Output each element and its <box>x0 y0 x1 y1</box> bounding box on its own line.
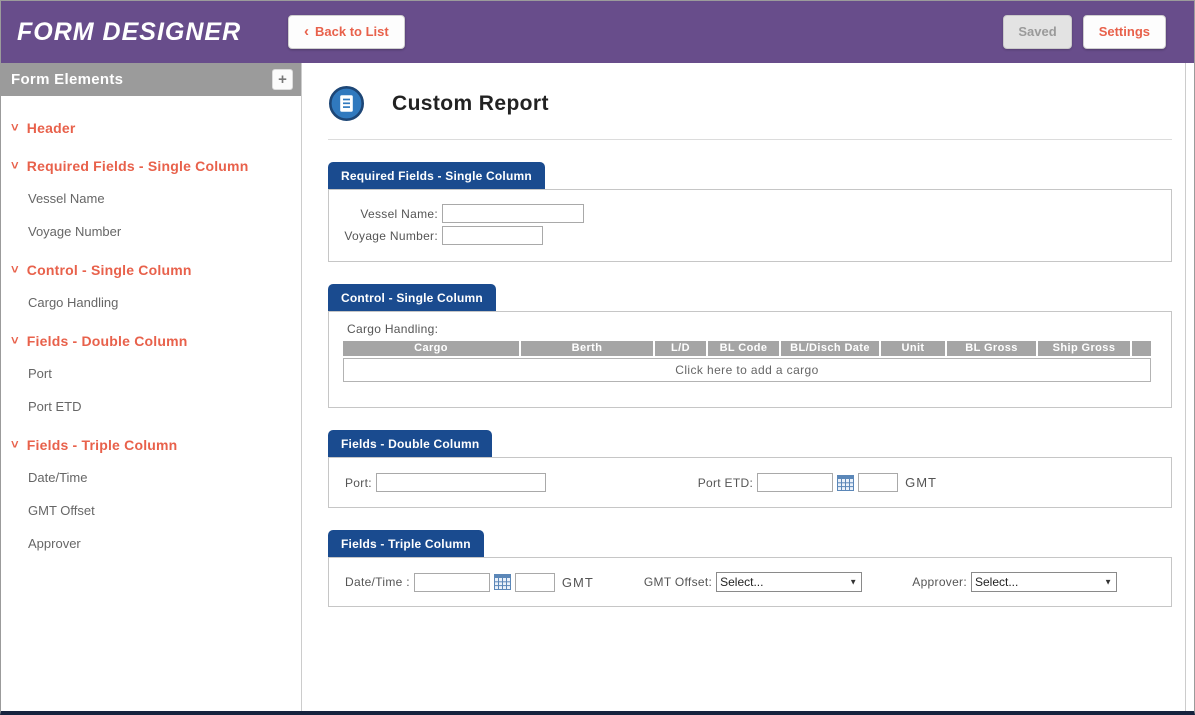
vessel-name-label: Vessel Name: <box>329 207 442 221</box>
port-etd-label: Port ETD: <box>698 476 753 490</box>
panel-required-fields: Vessel Name: Voyage Number: <box>328 189 1172 262</box>
section-triple-column: Fields - Triple Column Date/Time : <box>328 530 1172 607</box>
column-header-ship-gross: Ship Gross <box>1038 341 1130 356</box>
port-etd-gmt-input[interactable] <box>858 473 898 492</box>
form-canvas: Custom Report Required Fields - Single C… <box>302 63 1186 711</box>
sidebar-item-cargo-handling[interactable]: Cargo Handling <box>1 286 301 319</box>
app-title: FORM DESIGNER <box>1 18 288 47</box>
column-header-actions <box>1132 341 1151 356</box>
chevron-down-icon: ˅ <box>11 336 19 346</box>
column-header-berth: Berth <box>521 341 653 356</box>
voyage-number-row: Voyage Number: <box>329 226 1171 245</box>
sidebar-group-triple-column: ˅ Fields - Triple Column Date/Time GMT O… <box>1 429 301 560</box>
sidebar-item-gmt-offset[interactable]: GMT Offset <box>1 494 301 527</box>
form-elements-title: Form Elements <box>11 71 123 88</box>
sidebar: Form Elements + ˅ Header ˅ Required Fiel… <box>1 63 302 711</box>
approver-select[interactable]: Select... <box>971 572 1117 592</box>
add-element-button[interactable]: + <box>272 69 293 90</box>
topbar-actions: Saved Settings <box>1003 15 1194 49</box>
document-icon <box>328 85 365 122</box>
group-label: Fields - Triple Column <box>27 437 178 453</box>
chevron-down-icon: ˅ <box>11 265 19 275</box>
settings-button[interactable]: Settings <box>1083 15 1166 49</box>
gmt-label: GMT <box>905 475 937 490</box>
sidebar-group-required-fields-row[interactable]: ˅ Required Fields - Single Column <box>1 150 301 182</box>
section-double-column: Fields - Double Column Port: Port ETD: <box>328 430 1172 508</box>
cargo-handling-label: Cargo Handling: <box>347 322 1151 336</box>
tab-required-fields[interactable]: Required Fields - Single Column <box>328 162 545 189</box>
sidebar-group-header-section: ˅ Header <box>1 112 301 144</box>
gmt-offset-label: GMT Offset: <box>644 575 712 589</box>
sidebar-item-vessel-name[interactable]: Vessel Name <box>1 182 301 215</box>
voyage-number-input[interactable] <box>442 226 543 245</box>
column-header-unit: Unit <box>881 341 945 356</box>
sidebar-item-voyage-number[interactable]: Voyage Number <box>1 215 301 248</box>
add-cargo-row[interactable]: Click here to add a cargo <box>343 358 1151 382</box>
group-label: Fields - Double Column <box>27 333 188 349</box>
date-time-input[interactable] <box>414 573 490 592</box>
chevron-down-icon: ˅ <box>11 123 19 133</box>
back-to-list-button[interactable]: ‹ Back to List <box>288 15 405 49</box>
section-control: Control - Single Column Cargo Handling: … <box>328 284 1172 408</box>
port-label: Port: <box>345 476 372 490</box>
sidebar-item-date-time[interactable]: Date/Time <box>1 461 301 494</box>
chevron-down-icon: ˅ <box>11 440 19 450</box>
group-label: Required Fields - Single Column <box>27 158 249 174</box>
gmt-offset-group: GMT Offset: Select... ▼ <box>644 572 862 592</box>
form-elements-header: Form Elements + <box>1 63 301 96</box>
back-to-list-label: Back to List <box>315 24 389 39</box>
sidebar-group-double-column-row[interactable]: ˅ Fields - Double Column <box>1 325 301 357</box>
port-group: Port: <box>345 473 546 492</box>
section-required-fields: Required Fields - Single Column Vessel N… <box>328 162 1172 262</box>
saved-button[interactable]: Saved <box>1003 15 1071 49</box>
sidebar-group-header[interactable]: ˅ Header <box>1 112 301 144</box>
cargo-table-header: Cargo Berth L/D BL Code BL/Disch Date Un… <box>343 341 1151 356</box>
column-header-bl-code: BL Code <box>708 341 779 356</box>
chevron-left-icon: ‹ <box>304 27 309 37</box>
panel-double-column: Port: Port ETD: <box>328 457 1172 508</box>
gmt-offset-select[interactable]: Select... <box>716 572 862 592</box>
column-header-cargo: Cargo <box>343 341 519 356</box>
sidebar-group-triple-column-row[interactable]: ˅ Fields - Triple Column <box>1 429 301 461</box>
calendar-icon[interactable] <box>494 574 511 590</box>
chevron-down-icon: ˅ <box>11 161 19 171</box>
column-header-bl-disch-date: BL/Disch Date <box>781 341 879 356</box>
sidebar-item-approver[interactable]: Approver <box>1 527 301 560</box>
panel-triple-column: Date/Time : <box>328 557 1172 607</box>
element-tree: ˅ Header ˅ Required Fields - Single Colu… <box>1 96 301 560</box>
column-header-ld: L/D <box>655 341 706 356</box>
port-etd-group: Port ETD: <box>698 473 937 492</box>
voyage-number-label: Voyage Number: <box>329 229 442 243</box>
date-time-label: Date/Time : <box>345 575 410 589</box>
vessel-name-input[interactable] <box>442 204 584 223</box>
topbar: FORM DESIGNER ‹ Back to List Saved Setti… <box>1 1 1194 63</box>
content-layout: Form Elements + ˅ Header ˅ Required Fiel… <box>1 63 1194 711</box>
tab-double-column[interactable]: Fields - Double Column <box>328 430 492 457</box>
sidebar-group-control: ˅ Control - Single Column Cargo Handling <box>1 254 301 319</box>
group-label: Header <box>27 120 76 136</box>
sidebar-item-port-etd[interactable]: Port ETD <box>1 390 301 423</box>
sidebar-group-required-fields: ˅ Required Fields - Single Column Vessel… <box>1 150 301 248</box>
sidebar-group-control-row[interactable]: ˅ Control - Single Column <box>1 254 301 286</box>
column-header-bl-gross: BL Gross <box>947 341 1036 356</box>
approver-group: Approver: Select... ▼ <box>912 572 1117 592</box>
vessel-name-row: Vessel Name: <box>329 204 1171 223</box>
tab-control[interactable]: Control - Single Column <box>328 284 496 311</box>
page-title: Custom Report <box>392 92 549 116</box>
sidebar-group-double-column: ˅ Fields - Double Column Port Port ETD <box>1 325 301 423</box>
report-header: Custom Report <box>328 63 1172 140</box>
approver-label: Approver: <box>912 575 967 589</box>
date-time-group: Date/Time : <box>345 573 594 592</box>
port-etd-input[interactable] <box>757 473 833 492</box>
tab-triple-column[interactable]: Fields - Triple Column <box>328 530 484 557</box>
panel-control: Cargo Handling: Cargo Berth L/D BL Code … <box>328 311 1172 408</box>
calendar-icon[interactable] <box>837 475 854 491</box>
gmt-label: GMT <box>562 575 594 590</box>
app-window: FORM DESIGNER ‹ Back to List Saved Setti… <box>0 0 1195 715</box>
group-label: Control - Single Column <box>27 262 192 278</box>
date-time-gmt-input[interactable] <box>515 573 555 592</box>
sidebar-item-port[interactable]: Port <box>1 357 301 390</box>
port-input[interactable] <box>376 473 546 492</box>
